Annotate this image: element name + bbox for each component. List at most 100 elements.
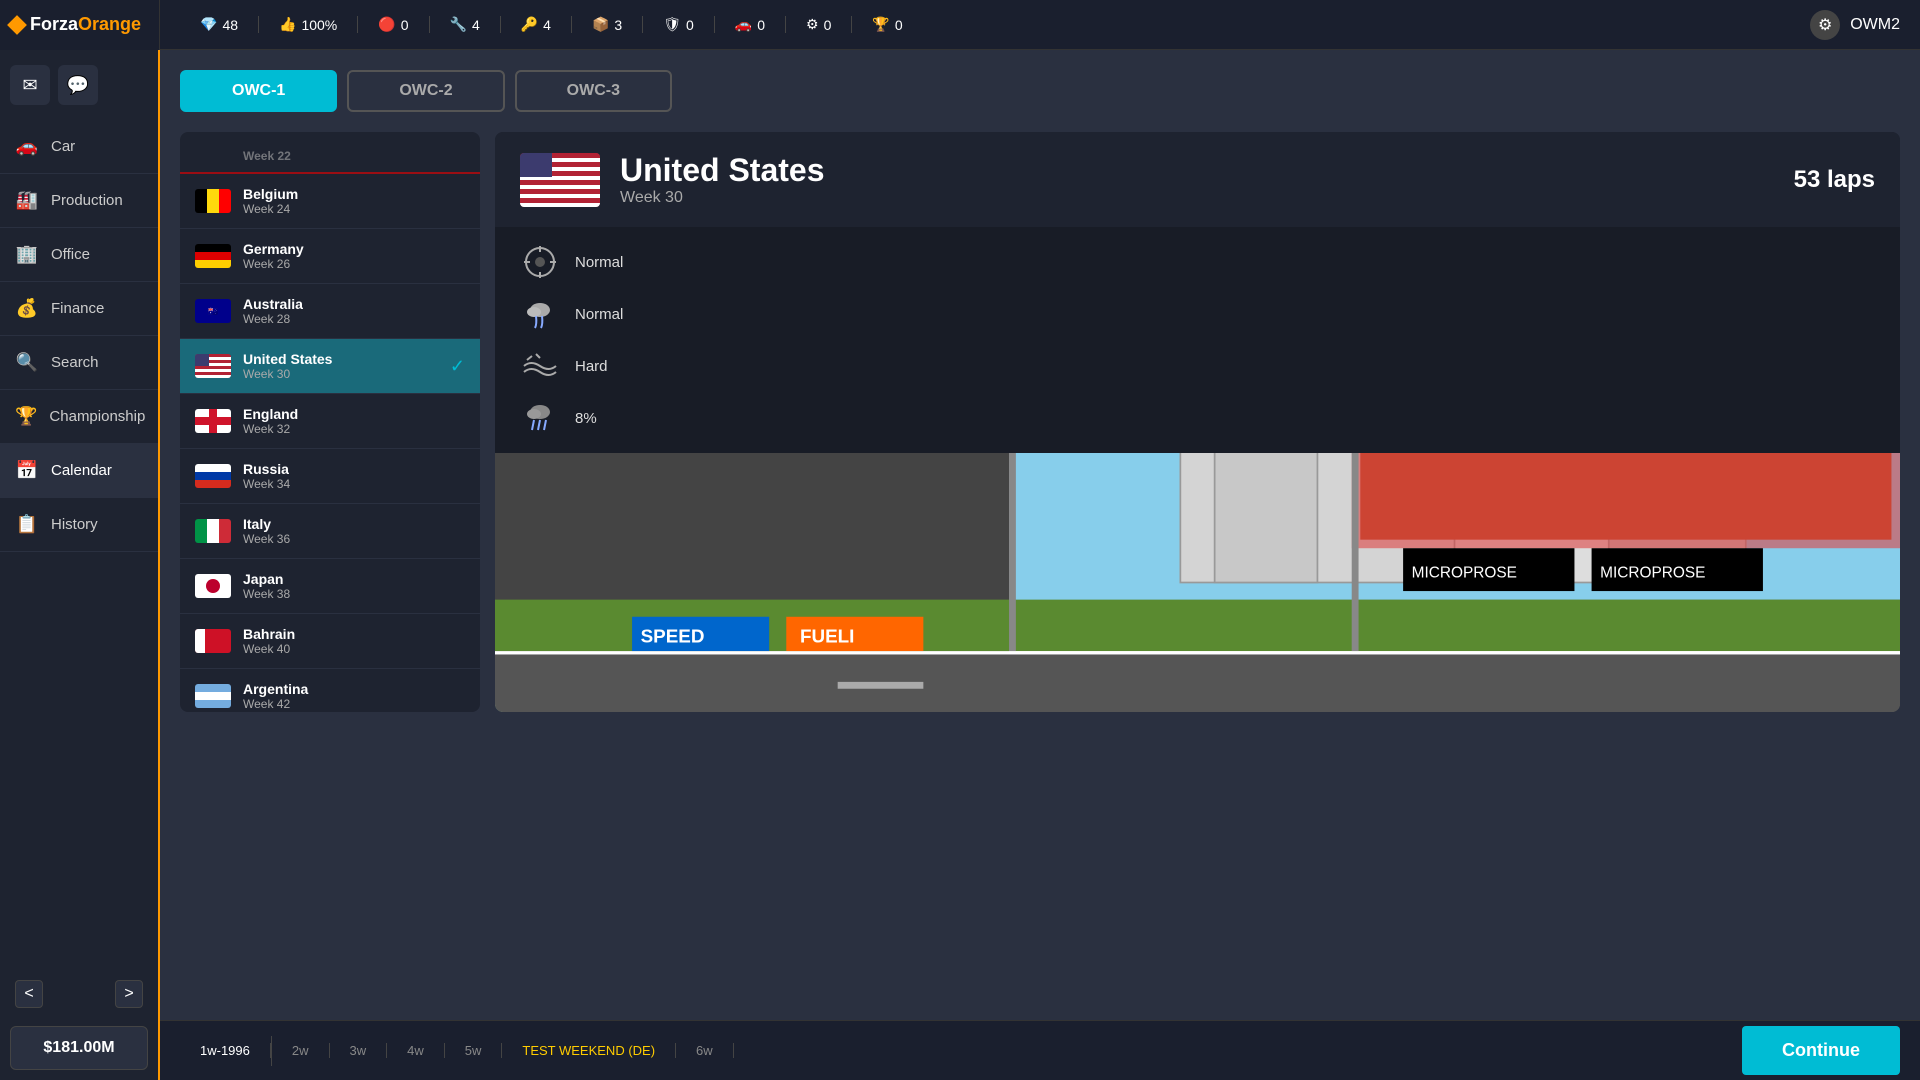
tab-owc2[interactable]: OWC-2 [347, 70, 504, 112]
race-name: Australia [243, 296, 465, 312]
list-item[interactable]: Italy Week 36 [180, 504, 480, 559]
sidebar-item-car[interactable]: 🚗 Car [0, 120, 158, 174]
race-week: Week 26 [243, 257, 465, 271]
check-icon: ✓ [450, 356, 465, 377]
detail-panel: United States Week 30 53 laps [495, 132, 1900, 712]
timeline-week-6w: 6w [676, 1043, 734, 1058]
race-flag-belgium [195, 189, 231, 213]
sidebar-item-car-label: Car [51, 138, 75, 155]
stat-approval-value: 100% [301, 17, 337, 33]
office-nav-icon: 🏢 [15, 244, 39, 265]
stat-red: 🔴 0 [358, 16, 429, 33]
race-flag-germany [195, 244, 231, 268]
svg-text:MICROPROSE: MICROPROSE [1412, 564, 1517, 581]
stat-gear-value: 0 [824, 17, 832, 33]
list-item[interactable]: Belgium Week 24 [180, 174, 480, 229]
sidebar-money: $181.00M [10, 1026, 148, 1070]
list-item[interactable]: Bahrain Week 40 [180, 614, 480, 669]
list-item[interactable]: Japan Week 38 [180, 559, 480, 614]
condition-icon-2 [520, 294, 560, 334]
list-item-united-states[interactable]: United States Week 30 ✓ [180, 339, 480, 394]
stat-diamonds-value: 48 [222, 17, 238, 33]
condition-icon-4 [520, 398, 560, 438]
race-info: Argentina Week 42 [243, 681, 465, 711]
stat-trophy-value: 0 [895, 17, 903, 33]
car-small-icon: 🚗 [735, 16, 752, 33]
race-flag-australia: 🇦🇺 [195, 299, 231, 323]
stat-wrench-value: 4 [472, 17, 480, 33]
stat-key-value: 4 [543, 17, 551, 33]
stat-shield-value: 0 [686, 17, 694, 33]
timeline-week-3w: 3w [330, 1043, 388, 1058]
condition-text-3: Hard [575, 358, 608, 375]
stat-gear: ⚙ 0 [786, 16, 852, 33]
list-item[interactable]: 🇦🇺 Australia Week 28 [180, 284, 480, 339]
detail-header: United States Week 30 53 laps [495, 132, 1900, 227]
sidebar-nav: 🚗 Car 🏭 Production 🏢 Office 💰 Finance 🔍 … [0, 120, 158, 972]
username-label: OWM2 [1850, 16, 1900, 34]
timeline: 1w-1996 2w 3w 4w 5w TEST WEEKEND (DE) 6w… [160, 1020, 1920, 1080]
search-nav-icon: 🔍 [15, 352, 39, 373]
race-week: Week 42 [243, 697, 465, 711]
chat-button[interactable]: 💬 [58, 65, 98, 105]
list-item[interactable]: Week 22 [180, 132, 480, 174]
race-info: United States Week 30 [243, 351, 438, 381]
race-flag-usa [195, 354, 231, 378]
list-item[interactable]: Russia Week 34 [180, 449, 480, 504]
condition-row-3: Hard [520, 346, 1875, 386]
sidebar-item-championship[interactable]: 🏆 Championship [0, 390, 158, 444]
sidebar-item-calendar[interactable]: 📅 Calendar [0, 444, 158, 498]
race-flag-japan [195, 574, 231, 598]
arrow-right-button[interactable]: > [115, 980, 143, 1008]
stat-box-value: 3 [614, 17, 622, 33]
svg-text:SPEED: SPEED [641, 625, 705, 646]
red-icon: 🔴 [378, 16, 395, 33]
sidebar-arrows: < > [0, 972, 158, 1016]
history-nav-icon: 📋 [15, 514, 39, 535]
stat-diamonds: 💎 48 [180, 16, 259, 33]
condition-row-1: Normal [520, 242, 1875, 282]
tab-owc3[interactable]: OWC-3 [515, 70, 672, 112]
sidebar-item-finance[interactable]: 💰 Finance [0, 282, 158, 336]
tab-bar: OWC-1 OWC-2 OWC-3 [180, 70, 1900, 112]
mail-button[interactable]: ✉ [10, 65, 50, 105]
race-list: Week 22 Belgium Week 24 Germany [180, 132, 480, 712]
shield-icon: 🛡 [663, 16, 681, 33]
tab-owc1[interactable]: OWC-1 [180, 70, 337, 112]
sidebar-item-search[interactable]: 🔍 Search [0, 336, 158, 390]
sidebar-item-office[interactable]: 🏢 Office [0, 228, 158, 282]
topbar: ForzaOrange 💎 48 👍 100% 🔴 0 🔧 4 🔑 4 📦 3 [0, 0, 1920, 50]
continue-button[interactable]: Continue [1742, 1026, 1900, 1075]
race-info: Italy Week 36 [243, 516, 465, 546]
sidebar-item-search-label: Search [51, 354, 99, 371]
sidebar-item-history[interactable]: 📋 History [0, 498, 158, 552]
sidebar-item-calendar-label: Calendar [51, 462, 112, 479]
race-week: Week 34 [243, 477, 465, 491]
list-item[interactable]: England Week 32 [180, 394, 480, 449]
logo-text: ForzaOrange [30, 14, 141, 35]
race-week: Week 28 [243, 312, 465, 326]
logo-diamond [7, 15, 27, 35]
svg-text:MICROPROSE: MICROPROSE [1600, 564, 1705, 581]
race-name: Russia [243, 461, 465, 477]
production-nav-icon: 🏭 [15, 190, 39, 211]
race-info: Japan Week 38 [243, 571, 465, 601]
arrow-left-button[interactable]: < [15, 980, 43, 1008]
race-info: Week 22 [243, 149, 465, 163]
stat-shield: 🛡 0 [643, 16, 715, 33]
race-flag-argentina [195, 684, 231, 708]
topbar-stats: 💎 48 👍 100% 🔴 0 🔧 4 🔑 4 📦 3 🛡 0 🚗 [160, 16, 1810, 33]
settings-icon[interactable]: ⚙ [1810, 10, 1840, 40]
race-name: Japan [243, 571, 465, 587]
track-image-placeholder: MICROPROSE MICROPROSE SPEED FUELI [495, 453, 1900, 712]
sidebar-item-championship-label: Championship [49, 408, 145, 425]
sidebar-item-production[interactable]: 🏭 Production [0, 174, 158, 228]
stat-red-value: 0 [401, 17, 409, 33]
race-flag-italy [195, 519, 231, 543]
detail-country-name: United States [620, 152, 1774, 189]
list-item[interactable]: Germany Week 26 [180, 229, 480, 284]
condition-row-2: Normal [520, 294, 1875, 334]
list-item[interactable]: Argentina Week 42 [180, 669, 480, 712]
race-flag-russia [195, 464, 231, 488]
detail-conditions: Normal Normal [495, 227, 1900, 453]
